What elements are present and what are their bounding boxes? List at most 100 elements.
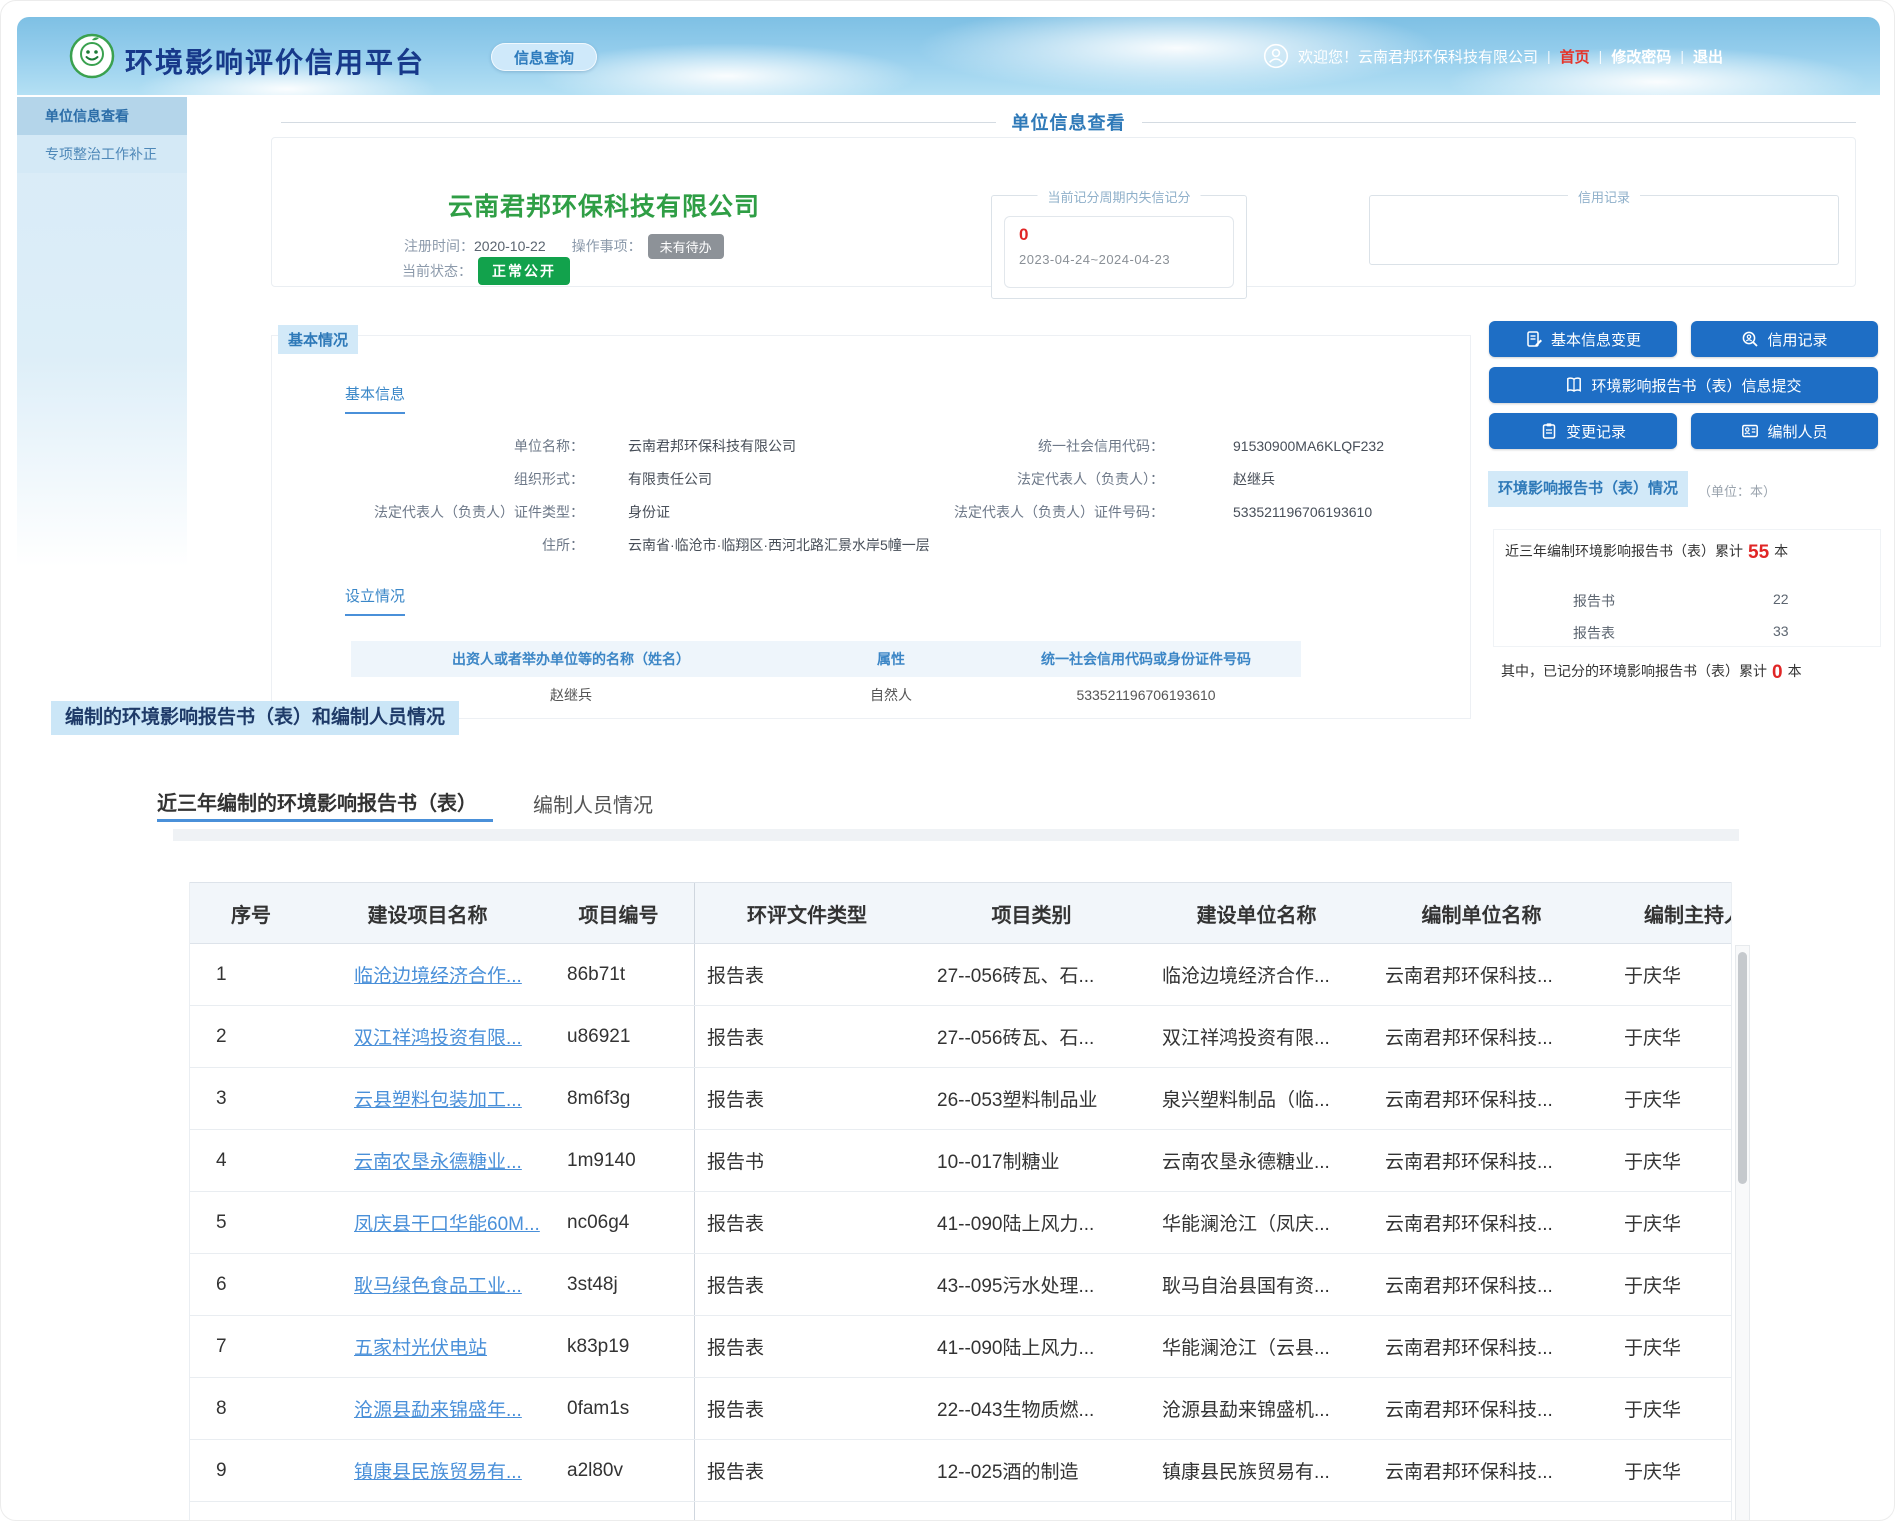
- table-cell: 8: [190, 1378, 312, 1439]
- tab-basic-info[interactable]: 基本信息: [345, 383, 405, 414]
- table-cell: 于庆华: [1594, 1006, 1732, 1067]
- section-divider-strip: [173, 829, 1739, 841]
- field-label: 法定代表人（负责人）：: [881, 468, 1164, 490]
- table-row: 4云南农垦永德糖业...1m9140报告书10--017制糖业云南农垦永德糖业.…: [190, 1130, 1731, 1192]
- sub-value: 0: [1772, 662, 1783, 683]
- tab-setup-info[interactable]: 设立情况: [345, 585, 405, 616]
- project-link[interactable]: 云南农垦永德糖业...: [312, 1130, 543, 1191]
- project-link[interactable]: 沧源县勐来锦盛年...: [312, 1378, 543, 1439]
- table-cell: 报告表: [695, 944, 919, 1005]
- field-value: 533521196706193610: [1233, 501, 1372, 523]
- register-date: 2020-10-22: [474, 238, 546, 254]
- change-record-button[interactable]: 变更记录: [1489, 413, 1677, 449]
- table-cell: 报告表: [695, 1254, 919, 1315]
- table-cell: 86b71t: [543, 944, 695, 1005]
- table-cell: 10--017制糖业: [919, 1130, 1144, 1191]
- table-cell: k83p19: [543, 1316, 695, 1377]
- stat-text: 本: [1788, 663, 1802, 679]
- field-value: 有限责任公司: [628, 468, 712, 490]
- sidebar-item-unit-info[interactable]: 单位信息查看: [17, 97, 187, 135]
- column-header: 建设项目名称: [312, 883, 543, 943]
- table-row: 1临沧边境经济合作...86b71t报告表27--056砖瓦、石...临沧边境经…: [190, 944, 1731, 1006]
- table-cell: 9: [190, 1440, 312, 1501]
- nav-link-logout[interactable]: 退出: [1693, 46, 1723, 67]
- table-cell: 41--090陆上风力...: [919, 1192, 1144, 1253]
- sidebar-item-special-rectification[interactable]: 专项整治工作补正: [17, 135, 187, 173]
- column-header: 环评文件类型: [695, 883, 919, 943]
- table-cell: 报告表: [695, 1068, 919, 1129]
- scrollbar-thumb[interactable]: [1738, 952, 1747, 1184]
- table-row: 3云县塑料包装加工...8m6f3g报告表26--053塑料制品业泉兴塑料制品（…: [190, 1068, 1731, 1130]
- table-cell: 12--025酒的制造: [919, 1440, 1144, 1501]
- project-link[interactable]: 耿马绿色食品工业...: [312, 1254, 543, 1315]
- table-cell: [312, 1502, 543, 1521]
- field-label: 法定代表人（负责人）证件号码：: [881, 501, 1164, 523]
- field-value: 91530900MA6KLQF232: [1233, 435, 1384, 457]
- project-link[interactable]: 临沧边境经济合作...: [312, 944, 543, 1005]
- table-cell: 云南君邦环保科技...: [1369, 944, 1594, 1005]
- table-cell: nc06g4: [543, 1192, 695, 1253]
- report-stats-unit: （单位：本）: [1698, 481, 1776, 500]
- table-cell: 27--056砖瓦、石...: [919, 1006, 1144, 1067]
- divider-line: [281, 122, 996, 123]
- table-cell: 云南农垦永德糖业...: [1144, 1130, 1369, 1191]
- tab-staff-info[interactable]: 编制人员情况: [533, 789, 653, 818]
- table-row-partial: [190, 1502, 1731, 1521]
- table-cell: 云南君邦环保科技...: [1369, 1440, 1594, 1501]
- nav-link-home[interactable]: 首页: [1560, 46, 1590, 67]
- credit-record-button[interactable]: 信用记录: [1691, 321, 1878, 357]
- field-label: 法定代表人（负责人）证件类型：: [301, 501, 584, 523]
- project-link[interactable]: 双江祥鸿投资有限...: [312, 1006, 543, 1067]
- basic-info-change-button[interactable]: 基本信息变更: [1489, 321, 1677, 357]
- table-row: 2双江祥鸿投资有限...u86921报告表27--056砖瓦、石...双江祥鸿投…: [190, 1006, 1731, 1068]
- button-label: 信用记录: [1767, 329, 1827, 350]
- column-header: 编制主持人: [1594, 883, 1732, 943]
- column-header: 项目类别: [919, 883, 1144, 943]
- platform-title: 环境影响评价信用平台: [125, 41, 425, 81]
- table-cell: 泉兴塑料制品（临...: [1144, 1068, 1369, 1129]
- column-header: 出资人或者举办单位等的名称（姓名）: [351, 641, 791, 677]
- bottom-section-title: 编制的环境影响报告书（表）和编制人员情况: [51, 701, 459, 735]
- project-link[interactable]: 镇康县民族贸易有...: [312, 1440, 543, 1501]
- platform-logo-icon: [69, 33, 115, 79]
- table-cell: 3st48j: [543, 1254, 695, 1315]
- score-panel: 当前记分周期内失信记分 0 2023-04-24~2024-04-23: [991, 195, 1247, 299]
- project-link[interactable]: 云县塑料包装加工...: [312, 1068, 543, 1129]
- nav-link-change-password[interactable]: 修改密码: [1611, 46, 1671, 67]
- field-value: 云南省·临沧市·临翔区·西河北路汇景水岸5幢一层: [628, 534, 930, 556]
- tab-recent-reports[interactable]: 近三年编制的环境影响报告书（表）: [157, 787, 477, 816]
- project-link[interactable]: 五家村光伏电站: [312, 1316, 543, 1377]
- doc-edit-icon: [1525, 330, 1543, 348]
- field-value: 云南君邦环保科技有限公司: [628, 435, 796, 457]
- table-cell: 0fam1s: [543, 1378, 695, 1439]
- table-scrollbar[interactable]: [1735, 945, 1750, 1521]
- table-cell: 7: [190, 1316, 312, 1377]
- table-cell: a2l80v: [543, 1440, 695, 1501]
- register-label: 注册时间：: [404, 236, 474, 256]
- field-label: 住所：: [301, 534, 584, 556]
- breakdown-value: 33: [1773, 623, 1789, 639]
- table-cell: 6: [190, 1254, 312, 1315]
- table-cell: [1594, 1502, 1732, 1521]
- table-row: 7五家村光伏电站k83p19报告表41--090陆上风力...华能澜沧江（云县.…: [190, 1316, 1731, 1378]
- table-cell: 临沧边境经济合作...: [1144, 944, 1369, 1005]
- table-cell: 26--053塑料制品业: [919, 1068, 1144, 1129]
- table-row: 9镇康县民族贸易有...a2l80v报告表12--025酒的制造镇康县民族贸易有…: [190, 1440, 1731, 1502]
- column-header: 统一社会信用代码或身份证件号码: [991, 641, 1301, 677]
- table-cell: u86921: [543, 1006, 695, 1067]
- table-cell: 3: [190, 1068, 312, 1129]
- report-info-submit-button[interactable]: 环境影响报告书（表）信息提交: [1489, 367, 1878, 403]
- project-link[interactable]: 凤庆县干口华能60M...: [312, 1192, 543, 1253]
- status-label: 当前状态：: [402, 261, 472, 281]
- table-cell: 8m6f3g: [543, 1068, 695, 1129]
- table-cell: 41--090陆上风力...: [919, 1316, 1144, 1377]
- breakdown-label: 报告表: [1573, 623, 1615, 643]
- column-header: 序号: [190, 883, 312, 943]
- report-sub-line: 其中，已记分的环境影响报告书（表）累计0本: [1501, 661, 1802, 684]
- report-total-line: 近三年编制环境影响报告书（表）累计55本: [1505, 541, 1788, 564]
- field-value: 赵继兵: [1233, 468, 1275, 490]
- staff-button[interactable]: 编制人员: [1691, 413, 1878, 449]
- table-cell: 于庆华: [1594, 1316, 1732, 1377]
- table-cell: 云南君邦环保科技...: [1369, 1068, 1594, 1129]
- info-query-button[interactable]: 信息查询: [491, 43, 597, 71]
